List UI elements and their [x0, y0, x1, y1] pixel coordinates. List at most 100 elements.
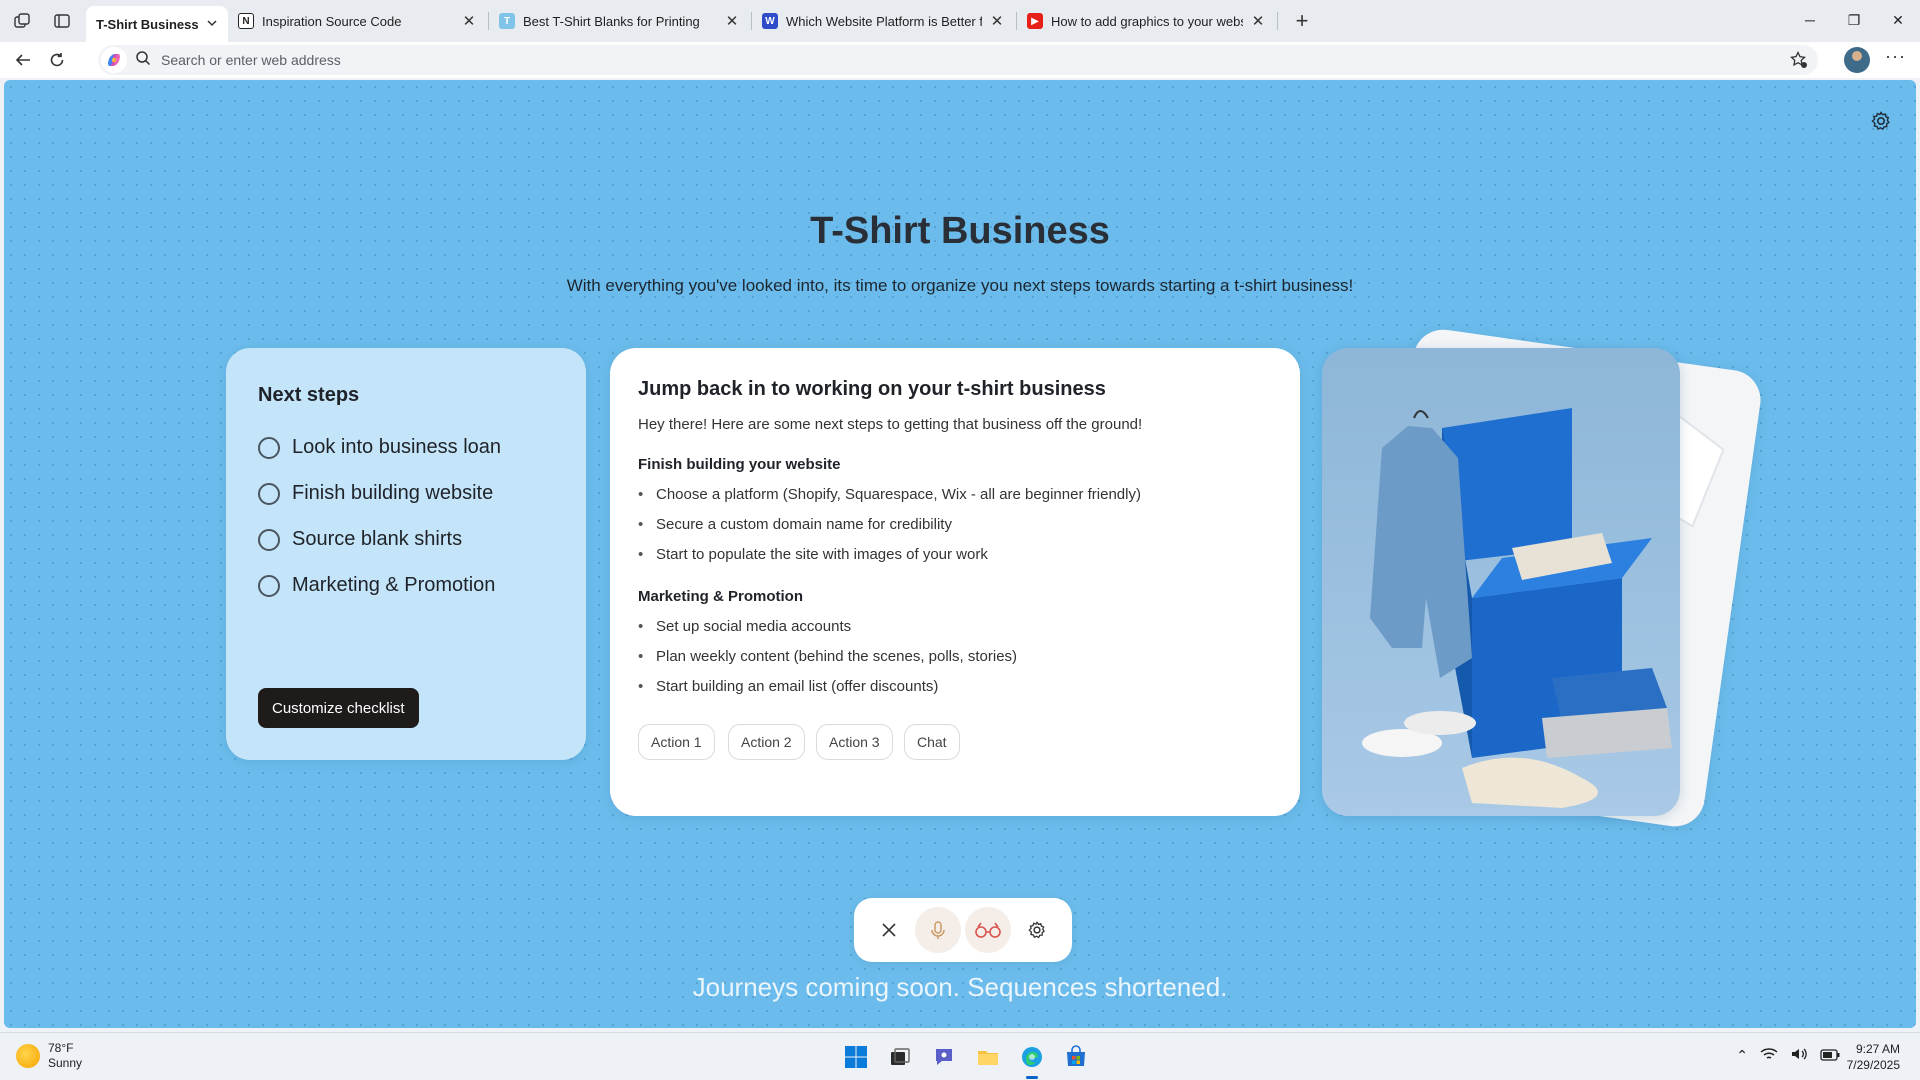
tab-add-graphics-youtube[interactable]: ▶ How to add graphics to your websit ✕: [1017, 5, 1277, 37]
teams-chat-icon[interactable]: [928, 1041, 960, 1073]
close-icon[interactable]: ✕: [1249, 12, 1267, 30]
assistant-control-bar: [854, 898, 1072, 962]
action-3-button[interactable]: Action 3: [816, 724, 893, 760]
platform-favicon-icon: W: [762, 13, 778, 29]
chevron-up-icon[interactable]: ⌃: [1736, 1047, 1748, 1064]
youtube-favicon-icon: ▶: [1027, 13, 1043, 29]
card-intro: Hey there! Here are some next steps to g…: [638, 416, 1143, 433]
clothing-photo: [1322, 348, 1680, 816]
close-icon[interactable]: ✕: [723, 12, 741, 30]
page-title: T-Shirt Business: [810, 210, 1110, 252]
volume-icon[interactable]: [1790, 1047, 1808, 1064]
wifi-icon[interactable]: [1760, 1047, 1778, 1064]
file-explorer-icon[interactable]: [972, 1041, 1004, 1073]
edge-browser-icon[interactable]: [1016, 1041, 1048, 1079]
checklist-item[interactable]: Source blank shirts: [258, 528, 462, 551]
list-item-text: Plan weekly content (behind the scenes, …: [656, 648, 1018, 665]
address-bar[interactable]: Search or enter web address: [98, 45, 1818, 75]
checkbox-circle-icon[interactable]: [258, 574, 280, 597]
system-tray: ⌃: [1724, 1047, 1840, 1064]
vertical-tabs-icon[interactable]: [44, 5, 80, 37]
checklist-item[interactable]: Finish building website: [258, 482, 493, 505]
microphone-icon[interactable]: [915, 907, 962, 953]
customize-checklist-button[interactable]: Customize checklist: [258, 688, 419, 728]
battery-icon[interactable]: [1820, 1048, 1840, 1064]
status-message: Journeys coming soon. Sequences shortene…: [692, 972, 1228, 1002]
back-arrow-icon: [15, 54, 30, 66]
notion-favicon-icon: N: [238, 13, 254, 29]
tab-title: T-Shirt Business: [96, 16, 199, 32]
weather-description: Sunny: [48, 1056, 83, 1070]
refresh-button[interactable]: [40, 45, 74, 75]
close-icon[interactable]: [866, 907, 912, 953]
copilot-icon[interactable]: [101, 47, 127, 73]
list-item: • Choose a platform (Shopify, Squarespace…: [638, 486, 1141, 503]
card-title: Jump back in to working on your t-shirt …: [638, 378, 1106, 400]
close-window-icon[interactable]: ✕: [1876, 0, 1920, 40]
task-view-icon[interactable]: [884, 1041, 916, 1073]
address-input[interactable]: Search or enter web address: [161, 52, 341, 68]
checklist-item[interactable]: Marketing & Promotion: [258, 574, 495, 597]
jump-back-in-card: Jump back in to working on your t-shirt …: [610, 348, 1300, 816]
list-item: • Plan weekly content (behind the scenes,…: [638, 648, 1018, 665]
tab-title: Best T-Shirt Blanks for Printing: [523, 13, 700, 29]
checkbox-circle-icon[interactable]: [258, 436, 280, 459]
action-2-button[interactable]: Action 2: [728, 724, 805, 760]
weather-widget[interactable]: 78°F Sunny: [16, 1041, 82, 1071]
new-tab-button[interactable]: +: [1286, 5, 1318, 37]
minimize-icon[interactable]: ─: [1788, 0, 1832, 40]
checkbox-circle-icon[interactable]: [258, 482, 280, 505]
tab-tshirt-business[interactable]: T-Shirt Business: [86, 6, 228, 42]
workspaces-icon[interactable]: [4, 5, 40, 37]
list-item-text: Start building an email list (offer disc…: [656, 678, 939, 695]
checklist-label: Marketing & Promotion: [292, 574, 496, 596]
tab-title: Inspiration Source Code: [262, 13, 402, 29]
section-heading: Finish building your website: [638, 456, 841, 473]
checkbox-circle-icon[interactable]: [258, 528, 280, 551]
clock[interactable]: 9:27 AM 7/29/2025: [1847, 1041, 1900, 1073]
restore-icon[interactable]: ❐: [1832, 0, 1876, 40]
tab-inspiration-source-code[interactable]: N Inspiration Source Code ✕: [228, 5, 488, 37]
tab-website-platform[interactable]: W Which Website Platform is Better fo ✕: [752, 5, 1016, 37]
close-icon[interactable]: ✕: [460, 12, 478, 30]
back-button[interactable]: [6, 45, 40, 75]
section-heading: Marketing & Promotion: [638, 588, 804, 605]
list-item: • Set up social media accounts: [638, 618, 852, 635]
shirt-favicon-icon: T: [499, 13, 515, 29]
sun-icon: [16, 1044, 40, 1068]
more-options-icon[interactable]: ···: [1885, 46, 1906, 67]
gear-icon[interactable]: [1870, 110, 1892, 137]
windows-start-icon[interactable]: [840, 1041, 872, 1073]
page-content: T-Shirt Business With everything you've …: [4, 80, 1916, 1028]
glasses-vision-icon[interactable]: [964, 907, 1011, 953]
taskbar-apps: [834, 1041, 1098, 1079]
list-item-text: Set up social media accounts: [656, 618, 852, 635]
window-controls: ─ ❐ ✕: [1788, 0, 1920, 40]
list-item: • Start to populate the site with images …: [638, 546, 988, 563]
checklist-item[interactable]: Look into business loan: [258, 436, 501, 459]
gear-icon[interactable]: [1014, 907, 1060, 953]
microsoft-store-icon[interactable]: [1060, 1041, 1092, 1073]
tab-title: Which Website Platform is Better fo: [786, 13, 982, 29]
add-favorite-icon[interactable]: [1790, 50, 1808, 74]
chat-button[interactable]: Chat: [904, 724, 960, 760]
close-icon[interactable]: ✕: [988, 12, 1006, 30]
next-steps-title: Next steps: [258, 384, 360, 406]
search-icon: [135, 50, 151, 71]
tab-best-tshirt-blanks[interactable]: T Best T-Shirt Blanks for Printing ✕: [489, 5, 751, 37]
clock-date: 7/29/2025: [1846, 1058, 1900, 1072]
taskbar: 78°F Sunny ⌃ 9:27 AM 7/29/2025: [0, 1032, 1920, 1080]
tab-separator: [1277, 12, 1278, 30]
clock-time: 9:27 AM: [1855, 1042, 1900, 1056]
weather-temperature: 78°F: [48, 1041, 74, 1055]
list-item-text: Start to populate the site with images o…: [656, 546, 988, 563]
chevron-down-icon[interactable]: [206, 17, 218, 32]
refresh-icon: [50, 53, 64, 67]
action-1-button[interactable]: Action 1: [638, 724, 715, 760]
list-item-text: Secure a custom domain name for credibil…: [656, 516, 952, 533]
checklist-label: Look into business loan: [292, 436, 502, 458]
tab-title: How to add graphics to your websit: [1051, 13, 1243, 29]
profile-avatar[interactable]: [1844, 47, 1870, 73]
page-subtitle: With everything you've looked into, its …: [566, 276, 1354, 295]
list-item: • Secure a custom domain name for credibi…: [638, 516, 952, 533]
